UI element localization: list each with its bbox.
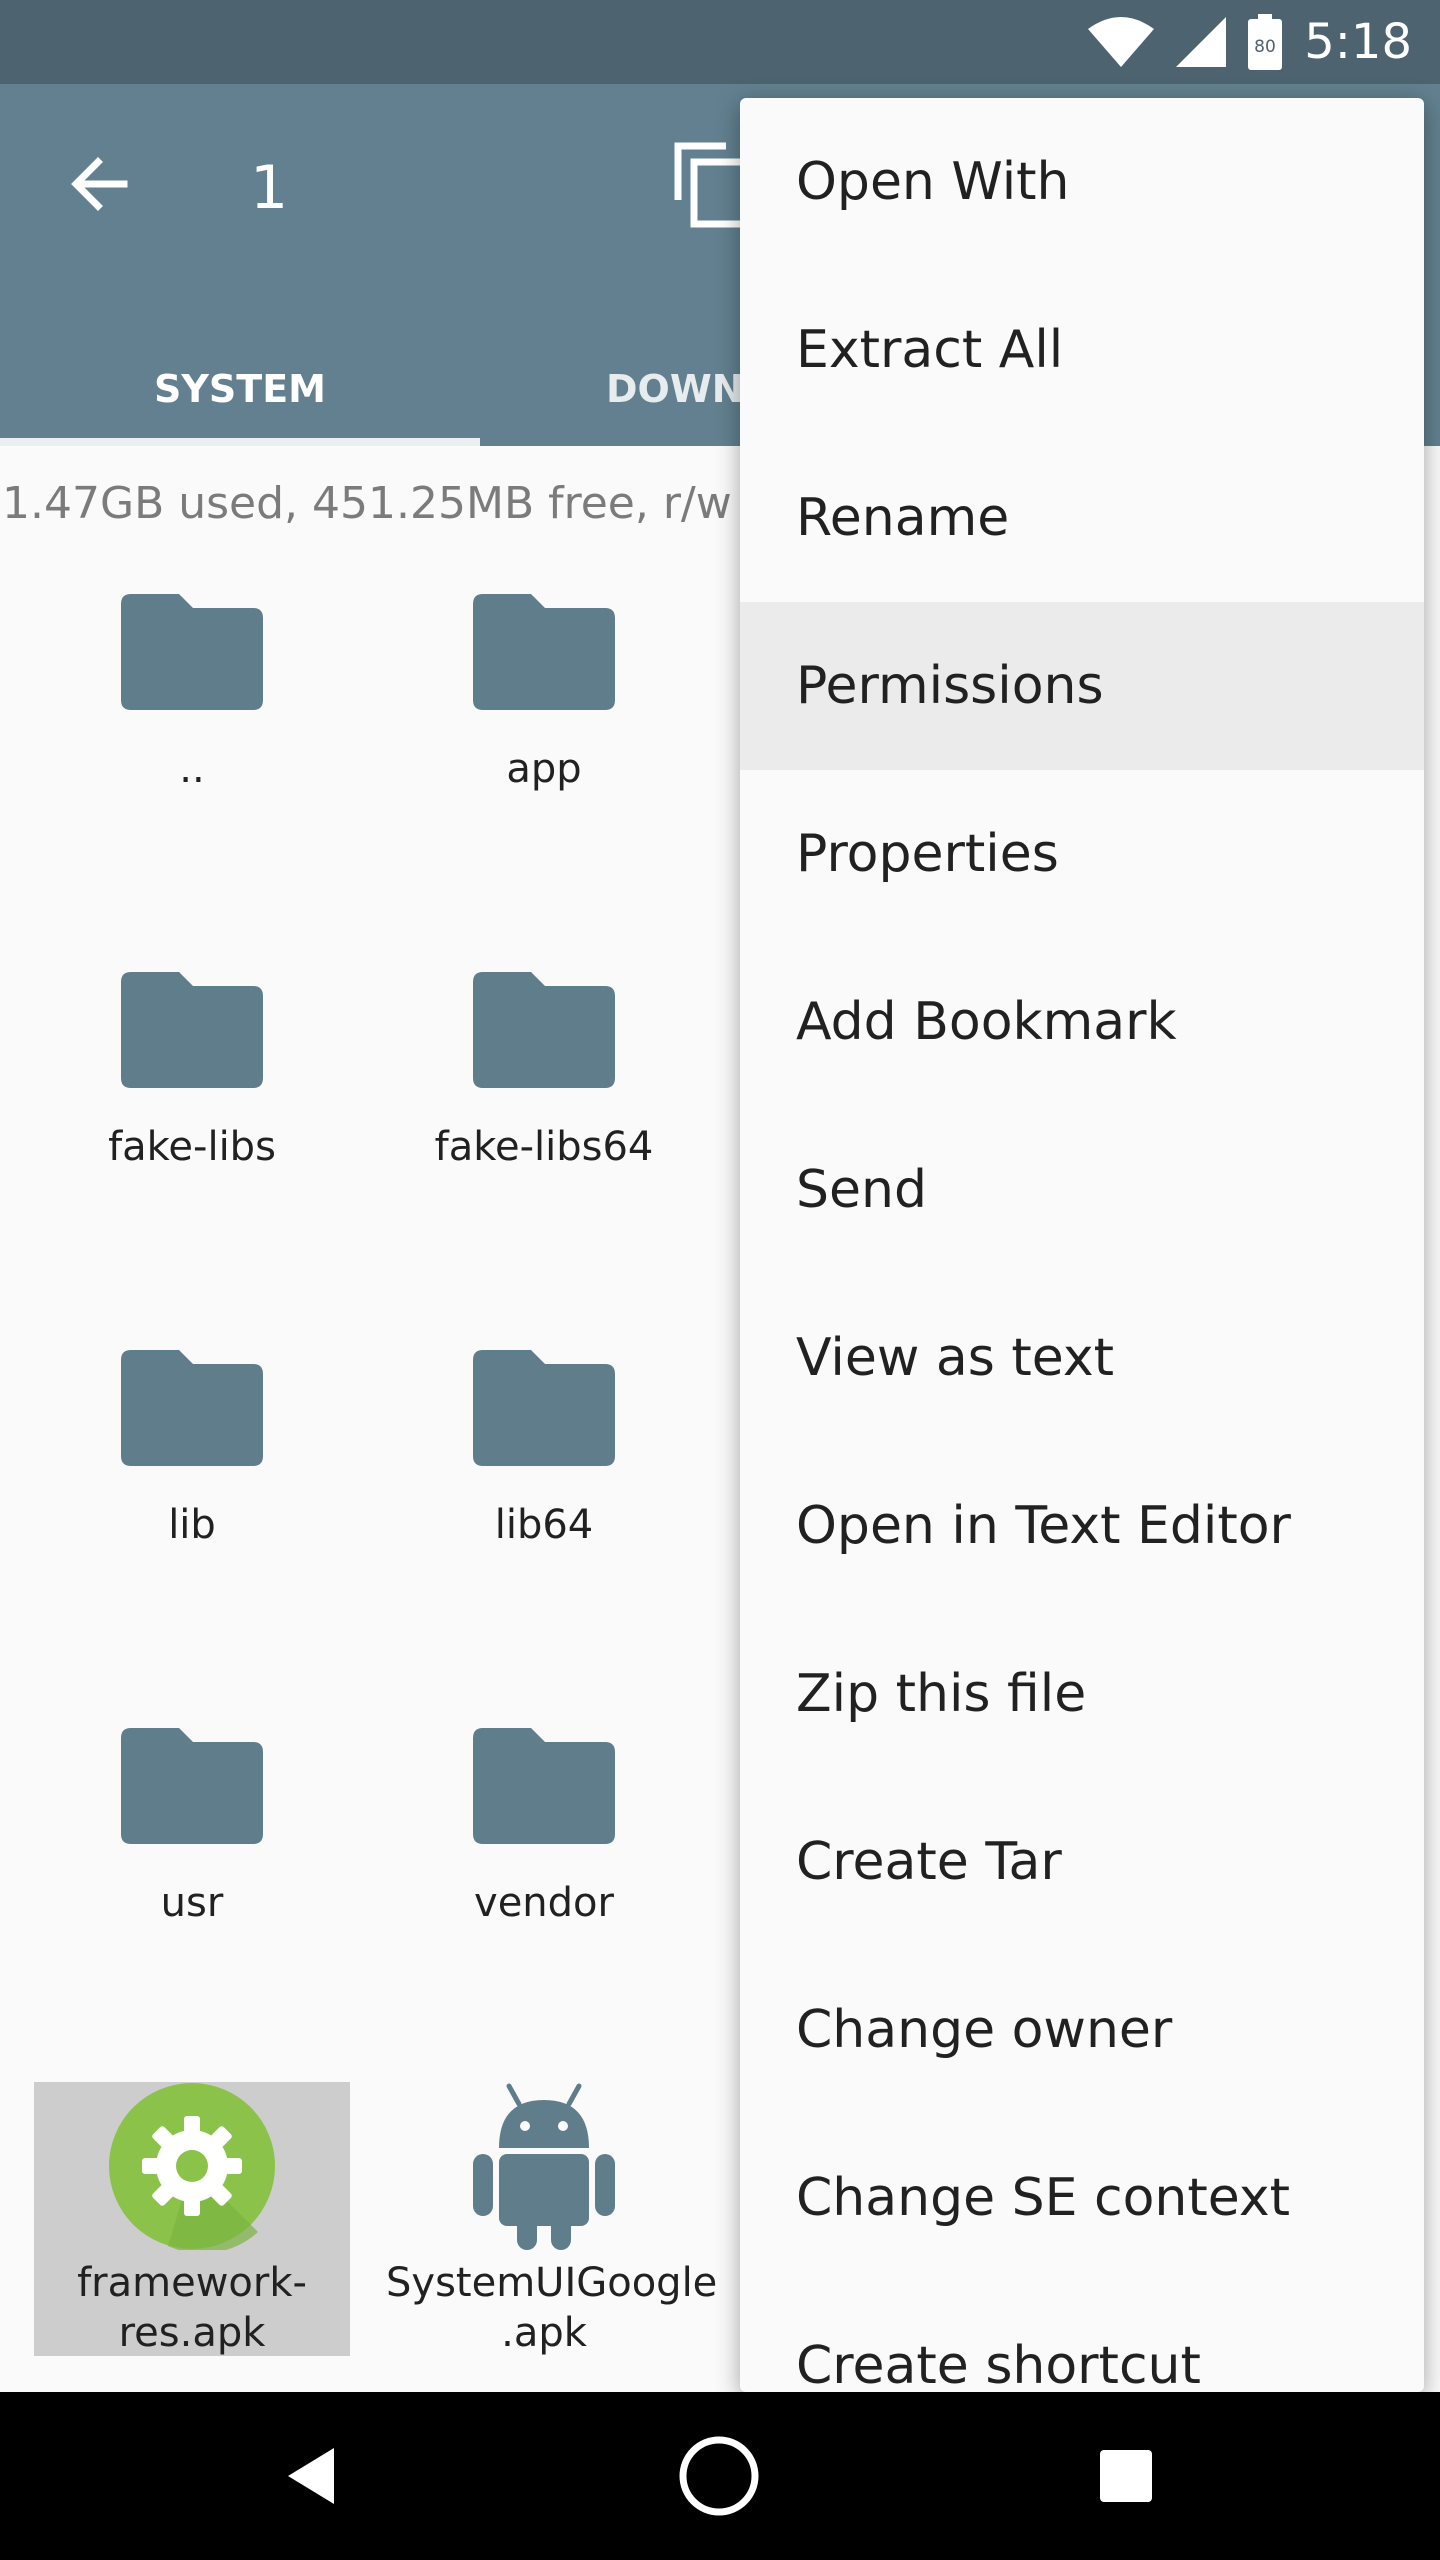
overflow-menu: Open With Extract All Rename Permissions… bbox=[740, 98, 1424, 2392]
menu-item-change-owner[interactable]: Change owner bbox=[740, 1946, 1424, 2114]
file-item[interactable]: vendor bbox=[386, 1728, 702, 1948]
file-item[interactable]: app bbox=[386, 594, 702, 814]
status-icons: 80 5:18 bbox=[1088, 0, 1412, 84]
signal-icon bbox=[1176, 17, 1227, 67]
file-name: .. bbox=[179, 746, 205, 792]
menu-item-create-shortcut[interactable]: Create shortcut bbox=[740, 2282, 1424, 2392]
nav-recents-icon[interactable] bbox=[1098, 2448, 1154, 2504]
menu-item-rename[interactable]: Rename bbox=[740, 434, 1424, 602]
file-name: fake-libs bbox=[108, 1124, 276, 1170]
folder-icon bbox=[473, 972, 615, 1088]
folder-icon bbox=[473, 594, 615, 710]
menu-item-create-tar[interactable]: Create Tar bbox=[740, 1778, 1424, 1946]
folder-icon bbox=[121, 1350, 263, 1466]
tab-indicator bbox=[0, 438, 480, 446]
file-item[interactable]: SystemUIGoogle .apk bbox=[386, 2082, 718, 2356]
settings-apk-icon bbox=[109, 2083, 275, 2250]
menu-item-open-in-text-editor[interactable]: Open in Text Editor bbox=[740, 1442, 1424, 1610]
file-item[interactable]: lib64 bbox=[386, 1350, 702, 1570]
menu-item-send[interactable]: Send bbox=[740, 1106, 1424, 1274]
menu-item-view-as-text[interactable]: View as text bbox=[740, 1274, 1424, 1442]
menu-item-properties[interactable]: Properties bbox=[740, 770, 1424, 938]
back-arrow-icon[interactable] bbox=[60, 144, 140, 224]
menu-item-extract-all[interactable]: Extract All bbox=[740, 266, 1424, 434]
menu-item-open-with[interactable]: Open With bbox=[740, 98, 1424, 266]
file-item[interactable]: fake-libs64 bbox=[386, 972, 702, 1192]
menu-item-change-se-context[interactable]: Change SE context bbox=[740, 2114, 1424, 2282]
menu-item-permissions[interactable]: Permissions bbox=[740, 602, 1424, 770]
menu-item-zip-this-file[interactable]: Zip this file bbox=[740, 1610, 1424, 1778]
file-item[interactable]: usr bbox=[34, 1728, 350, 1948]
file-item-selected[interactable]: framework- res.apk bbox=[34, 2082, 350, 2356]
file-name: vendor bbox=[474, 1880, 614, 1926]
folder-icon bbox=[121, 972, 263, 1088]
file-item[interactable]: fake-libs bbox=[34, 972, 350, 1192]
storage-info: 1.47GB used, 451.25MB free, r/w bbox=[2, 478, 732, 529]
menu-item-add-bookmark[interactable]: Add Bookmark bbox=[740, 938, 1424, 1106]
status-bar: 80 5:18 bbox=[0, 0, 1440, 84]
android-apk-icon bbox=[473, 2083, 615, 2250]
nav-home-icon[interactable] bbox=[678, 2435, 760, 2517]
file-name: fake-libs64 bbox=[434, 1124, 654, 1170]
folder-icon bbox=[121, 1728, 263, 1844]
nav-back-icon[interactable] bbox=[284, 2446, 344, 2506]
svg-text:80: 80 bbox=[1254, 37, 1276, 57]
status-time: 5:18 bbox=[1304, 14, 1412, 70]
file-item[interactable]: lib bbox=[34, 1350, 350, 1570]
folder-icon bbox=[473, 1728, 615, 1844]
wifi-icon bbox=[1088, 17, 1155, 67]
folder-icon bbox=[121, 594, 263, 710]
file-name: SystemUIGoogle .apk bbox=[386, 2260, 718, 2356]
file-name: lib bbox=[168, 1502, 216, 1548]
folder-icon bbox=[473, 1350, 615, 1466]
file-name: lib64 bbox=[494, 1502, 594, 1548]
file-item[interactable]: .. bbox=[34, 594, 350, 814]
file-name: app bbox=[506, 746, 582, 792]
selection-count: 1 bbox=[250, 153, 289, 223]
file-name: usr bbox=[160, 1880, 224, 1926]
tab-system[interactable]: SYSTEM bbox=[0, 332, 480, 446]
file-name: framework- res.apk bbox=[77, 2260, 307, 2356]
battery-icon: 80 bbox=[1248, 14, 1283, 70]
navigation-bar bbox=[0, 2392, 1440, 2560]
